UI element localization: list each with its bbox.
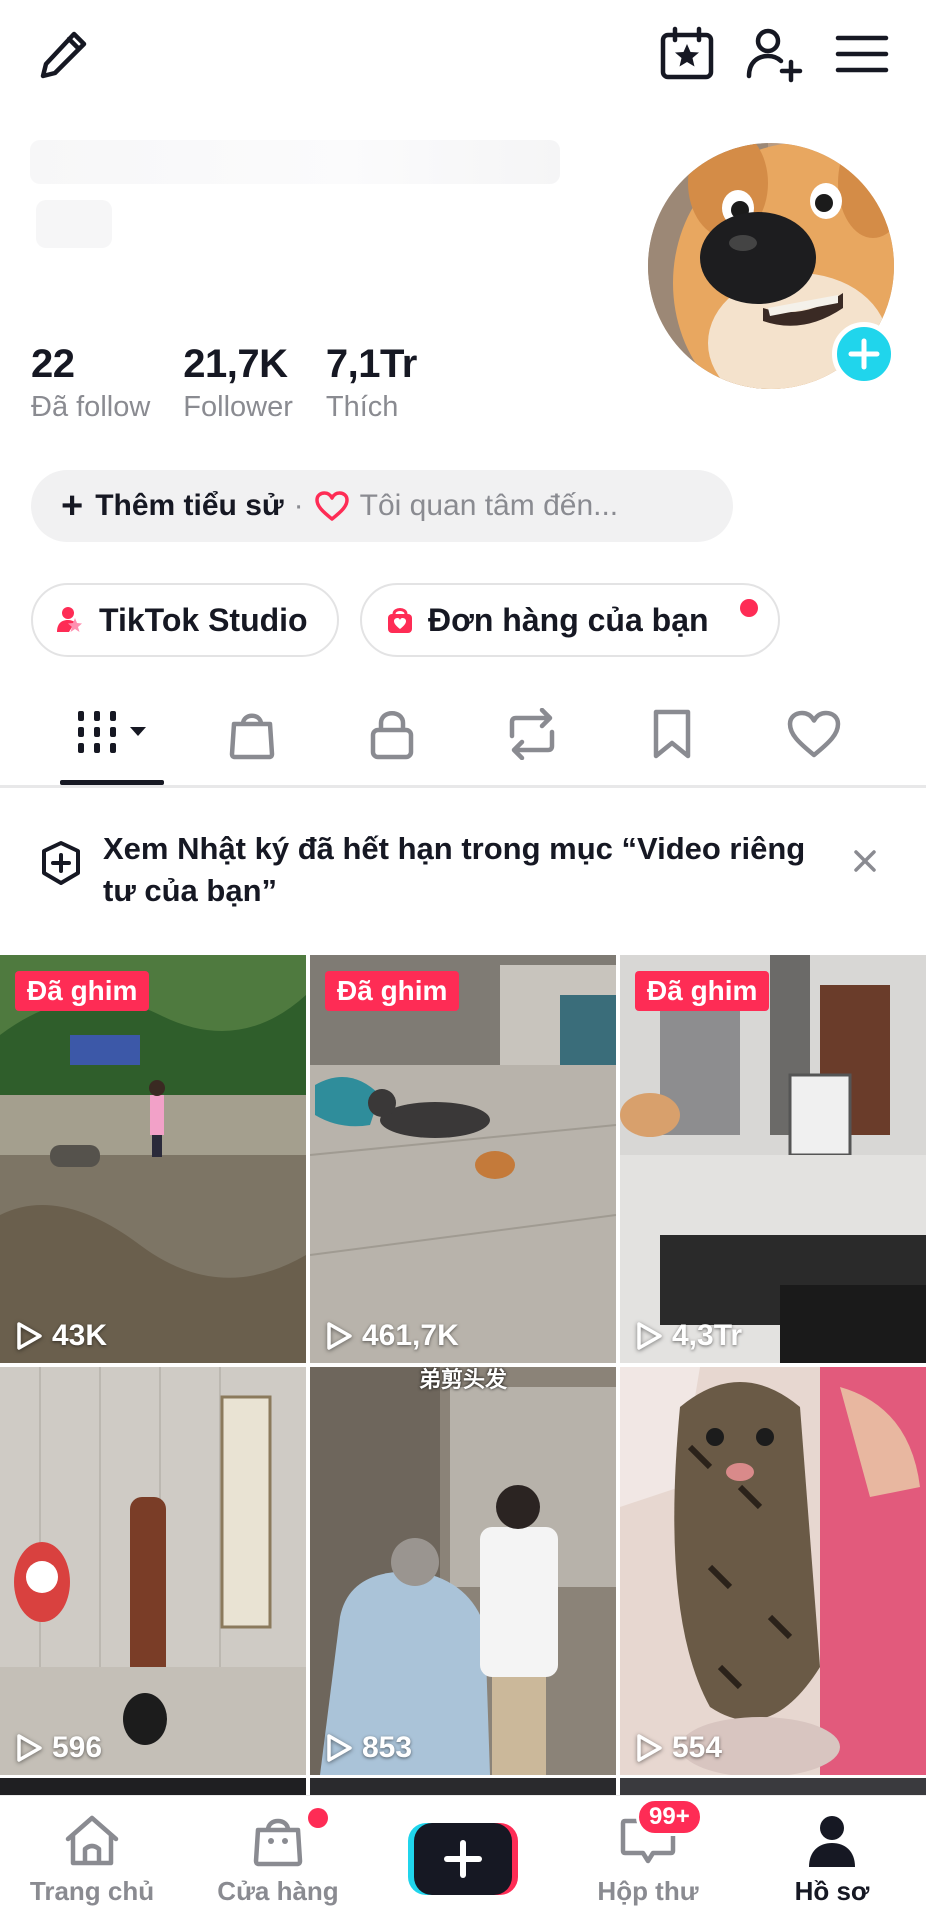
expired-diary-notice[interactable]: Xem Nhật ký đã hết hạn trong mục “Video … xyxy=(0,790,926,950)
video-thumbnail[interactable]: 596 xyxy=(0,1367,306,1775)
play-icon xyxy=(17,1322,42,1350)
profile-stats: 22 Đã follow 21,7K Follower 7,1Tr Thích xyxy=(31,340,450,426)
plus-icon: + xyxy=(61,485,84,527)
play-icon xyxy=(637,1734,662,1762)
heart-outline-icon xyxy=(314,490,350,522)
stat-label: Thích xyxy=(325,391,399,423)
active-tab-indicator xyxy=(60,780,164,785)
stat-likes[interactable]: 7,1Tr Thích xyxy=(326,340,417,426)
view-count: 43K xyxy=(14,1319,107,1353)
stat-label: Follower xyxy=(183,391,293,423)
view-count-text: 554 xyxy=(672,1731,723,1764)
bottom-nav: Trang chủ Cửa hàng 99+ Hộp thư Hồ sơ xyxy=(0,1795,926,1920)
edit-pencil-icon[interactable] xyxy=(32,22,96,86)
add-bio-label[interactable]: Thêm tiểu sử xyxy=(95,489,283,523)
inbox-badge: 99+ xyxy=(636,1798,703,1836)
stat-following[interactable]: 22 Đã follow xyxy=(31,340,150,426)
create-button[interactable] xyxy=(408,1823,518,1895)
shopping-bag-heart-icon xyxy=(382,602,418,638)
profile-tabs xyxy=(0,680,926,788)
view-count-text: 596 xyxy=(52,1731,103,1764)
tab-repost[interactable] xyxy=(462,680,602,788)
calendar-star-icon[interactable] xyxy=(655,22,719,86)
bio-pill[interactable]: + Thêm tiểu sử · Tôi quan tâm đến... xyxy=(31,470,733,542)
view-count: 461,7K xyxy=(324,1319,459,1353)
view-count: 596 xyxy=(14,1731,102,1765)
video-thumbnail[interactable]: Đã ghim 43K xyxy=(0,955,306,1363)
tab-videos-grid[interactable] xyxy=(42,680,182,788)
nav-home-label: Trang chủ xyxy=(29,1876,155,1906)
stat-value: 22 xyxy=(31,342,75,386)
nav-profile[interactable]: Hồ sơ xyxy=(742,1796,922,1920)
play-icon xyxy=(327,1734,352,1762)
your-orders-button[interactable]: Đơn hàng của bạn xyxy=(360,583,780,657)
video-thumbnail[interactable]: Đã ghim 461,7K xyxy=(310,955,616,1363)
tiktok-studio-button[interactable]: TikTok Studio xyxy=(31,583,339,657)
view-count-text: 4,3Tr xyxy=(672,1319,743,1352)
nav-home[interactable]: Trang chủ xyxy=(2,1796,182,1920)
display-name-redacted xyxy=(30,140,560,184)
stat-followers[interactable]: 21,7K Follower xyxy=(183,340,293,426)
pinned-badge: Đã ghim xyxy=(15,971,150,1011)
studio-icon xyxy=(53,602,89,638)
menu-icon[interactable] xyxy=(830,22,894,86)
video-thumbnail[interactable]: 弟剪头发 853 xyxy=(310,1367,616,1775)
interest-placeholder[interactable]: Tôi quan tâm đến... xyxy=(360,489,619,523)
tab-favorites[interactable] xyxy=(602,680,742,788)
tab-private[interactable] xyxy=(322,680,462,788)
stat-value: 21,7K xyxy=(183,342,288,386)
shopping-bag-icon xyxy=(188,1810,368,1872)
nav-inbox[interactable]: 99+ Hộp thư xyxy=(558,1796,738,1920)
nav-shop[interactable]: Cửa hàng xyxy=(188,1796,368,1920)
notification-dot xyxy=(740,599,758,617)
pinned-badge: Đã ghim xyxy=(635,971,770,1011)
tiktok-studio-label: TikTok Studio xyxy=(99,601,308,638)
separator-dot: · xyxy=(293,489,304,522)
nav-shop-label: Cửa hàng xyxy=(217,1876,339,1906)
pinned-badge: Đã ghim xyxy=(325,971,460,1011)
view-count: 554 xyxy=(634,1731,722,1765)
view-count: 4,3Tr xyxy=(634,1319,742,1353)
notice-text: Xem Nhật ký đã hết hạn trong mục “Video … xyxy=(103,831,806,908)
sparkle-plus-icon xyxy=(38,840,84,891)
close-icon[interactable] xyxy=(846,842,884,880)
play-icon xyxy=(17,1734,42,1762)
view-count-text: 853 xyxy=(362,1731,413,1764)
stat-label: Đã follow xyxy=(31,391,151,423)
username-redacted xyxy=(36,200,112,248)
view-count-text: 43K xyxy=(52,1319,108,1352)
shop-notification-dot xyxy=(308,1808,328,1828)
video-thumbnail[interactable]: 554 xyxy=(620,1367,926,1775)
video-caption: 弟剪头发 xyxy=(418,1367,507,1392)
profile-person-icon xyxy=(742,1810,922,1872)
add-story-button[interactable] xyxy=(832,322,896,386)
stat-value: 7,1Tr xyxy=(325,342,417,386)
view-count: 853 xyxy=(324,1731,412,1765)
nav-inbox-label: Hộp thư xyxy=(597,1876,699,1906)
tab-liked[interactable] xyxy=(744,680,884,788)
add-friend-icon[interactable] xyxy=(742,22,806,86)
home-icon xyxy=(2,1810,182,1872)
tab-shop[interactable] xyxy=(182,680,322,788)
play-icon xyxy=(637,1322,662,1350)
play-icon xyxy=(327,1322,352,1350)
video-thumbnail[interactable]: Đã ghim 4,3Tr xyxy=(620,955,926,1363)
top-bar xyxy=(0,0,926,110)
view-count-text: 461,7K xyxy=(362,1319,459,1352)
nav-profile-label: Hồ sơ xyxy=(794,1876,870,1906)
your-orders-label: Đơn hàng của bạn xyxy=(428,601,709,638)
